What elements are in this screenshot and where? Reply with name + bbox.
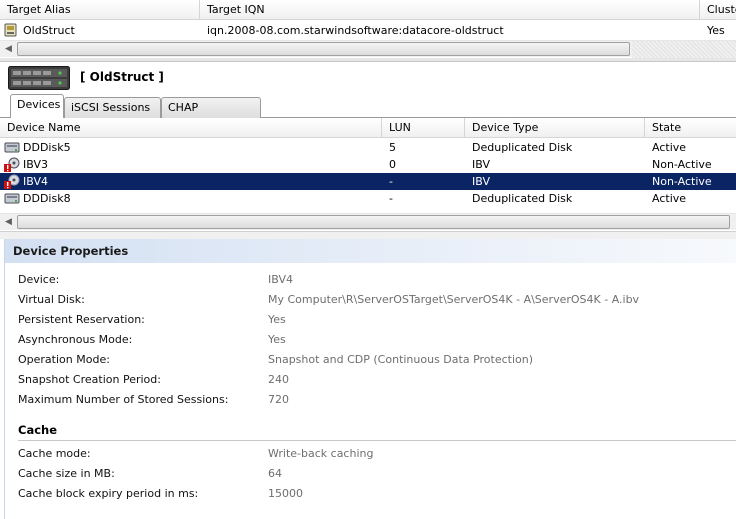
target-tabs: Devices iSCSI Sessions (4) CHAP Permissi…: [0, 94, 736, 133]
prop-label-device: Device:: [18, 273, 60, 286]
device-row[interactable]: DDDisk8 - Deduplicated Disk Active: [0, 190, 736, 207]
device-state: Active: [652, 192, 687, 205]
device-row[interactable]: DDDisk5 5 Deduplicated Disk Active: [0, 139, 736, 156]
device-lun: 0: [389, 158, 396, 171]
col-state[interactable]: State: [645, 118, 736, 138]
target-iqn: iqn.2008-08.com.starwindsoftware:datacor…: [207, 24, 504, 37]
prop-label-virtual-disk: Virtual Disk:: [18, 293, 85, 306]
col-target-alias[interactable]: Target Alias: [0, 0, 200, 20]
splitter[interactable]: [0, 58, 736, 62]
device-type: Deduplicated Disk: [472, 141, 573, 154]
splitter[interactable]: [0, 231, 736, 239]
prop-value-cache-mode: Write-back caching: [268, 447, 374, 460]
prop-value-snapshot-period: 240: [268, 373, 289, 386]
prop-label-persistent-reservation: Persistent Reservation:: [18, 313, 145, 326]
prop-value-virtual-disk: My Computer\R\ServerOSTarget\ServerOS4K …: [268, 293, 640, 306]
tab-devices[interactable]: Devices: [10, 94, 64, 119]
prop-value-persistent-reservation: Yes: [268, 313, 286, 326]
prop-label-async-mode: Asynchronous Mode:: [18, 333, 133, 346]
device-properties-panel: Device Properties Device: IBV4 Virtual D…: [4, 239, 736, 519]
device-lun: -: [389, 192, 393, 205]
device-type: IBV: [472, 175, 490, 188]
cache-divider: [18, 440, 736, 441]
prop-label-max-sessions: Maximum Number of Stored Sessions:: [18, 393, 229, 406]
disk-error-icon: [4, 173, 20, 189]
targets-header: Target Alias Target IQN Cluste: [0, 0, 736, 20]
col-cluster[interactable]: Cluste: [700, 0, 736, 20]
prop-value-cache-size: 64: [268, 467, 282, 480]
scroll-thumb[interactable]: [17, 215, 730, 229]
prop-value-operation-mode: Snapshot and CDP (Continuous Data Protec…: [268, 353, 534, 366]
prop-value-async-mode: Yes: [268, 333, 286, 346]
prop-label-cache-mode: Cache mode:: [18, 447, 91, 460]
prop-label-cache-size: Cache size in MB:: [18, 467, 115, 480]
target-cluster: Yes: [707, 24, 725, 37]
device-state: Active: [652, 141, 687, 154]
device-state: Non-Active: [652, 175, 712, 188]
storage-array-icon: [8, 66, 70, 90]
device-type: Deduplicated Disk: [472, 192, 573, 205]
device-name: IBV3: [23, 158, 48, 171]
prop-label-snapshot-period: Snapshot Creation Period:: [18, 373, 161, 386]
scroll-left-icon[interactable]: ◀: [0, 214, 17, 231]
scroll-left-icon[interactable]: ◀: [0, 41, 17, 58]
col-lun[interactable]: LUN: [382, 118, 465, 138]
prop-label-cache-expiry: Cache block expiry period in ms:: [18, 487, 199, 500]
device-lun: 5: [389, 141, 396, 154]
device-name: DDDisk8: [23, 192, 71, 205]
target-icon: [4, 23, 20, 39]
scroll-track[interactable]: [632, 41, 736, 58]
target-alias: OldStruct: [23, 24, 75, 37]
disk-icon: [4, 190, 20, 206]
device-lun: -: [389, 175, 393, 188]
disk-error-icon: [4, 156, 20, 172]
device-name: IBV4: [23, 175, 48, 188]
device-name: DDDisk5: [23, 141, 71, 154]
prop-label-operation-mode: Operation Mode:: [18, 353, 110, 366]
prop-value-cache-expiry: 15000: [268, 487, 303, 500]
prop-value-device: IBV4: [268, 273, 293, 286]
targets-hscrollbar[interactable]: ◀: [0, 40, 736, 58]
col-device-name[interactable]: Device Name: [0, 118, 382, 138]
disk-icon: [4, 139, 20, 155]
device-row[interactable]: IBV3 0 IBV Non-Active: [0, 156, 736, 173]
target-panel-title: [ OldStruct ]: [80, 70, 164, 84]
target-row[interactable]: OldStruct iqn.2008-08.com.starwindsoftwa…: [0, 22, 736, 39]
device-state: Non-Active: [652, 158, 712, 171]
tab-iscsi-sessions[interactable]: iSCSI Sessions (4): [64, 97, 161, 133]
device-row-selected[interactable]: IBV4 - IBV Non-Active: [0, 173, 736, 190]
devices-hscrollbar[interactable]: ◀: [0, 213, 736, 230]
devices-header: Device Name LUN Device Type State: [0, 118, 736, 138]
col-device-type[interactable]: Device Type: [465, 118, 645, 138]
cache-section-title: Cache: [18, 423, 58, 437]
properties-header: Device Properties: [5, 239, 736, 263]
col-target-iqn[interactable]: Target IQN: [200, 0, 700, 20]
scroll-thumb[interactable]: [17, 42, 630, 56]
tab-chap-permissions[interactable]: CHAP Permissions: [161, 97, 261, 133]
prop-value-max-sessions: 720: [268, 393, 289, 406]
device-type: IBV: [472, 158, 490, 171]
